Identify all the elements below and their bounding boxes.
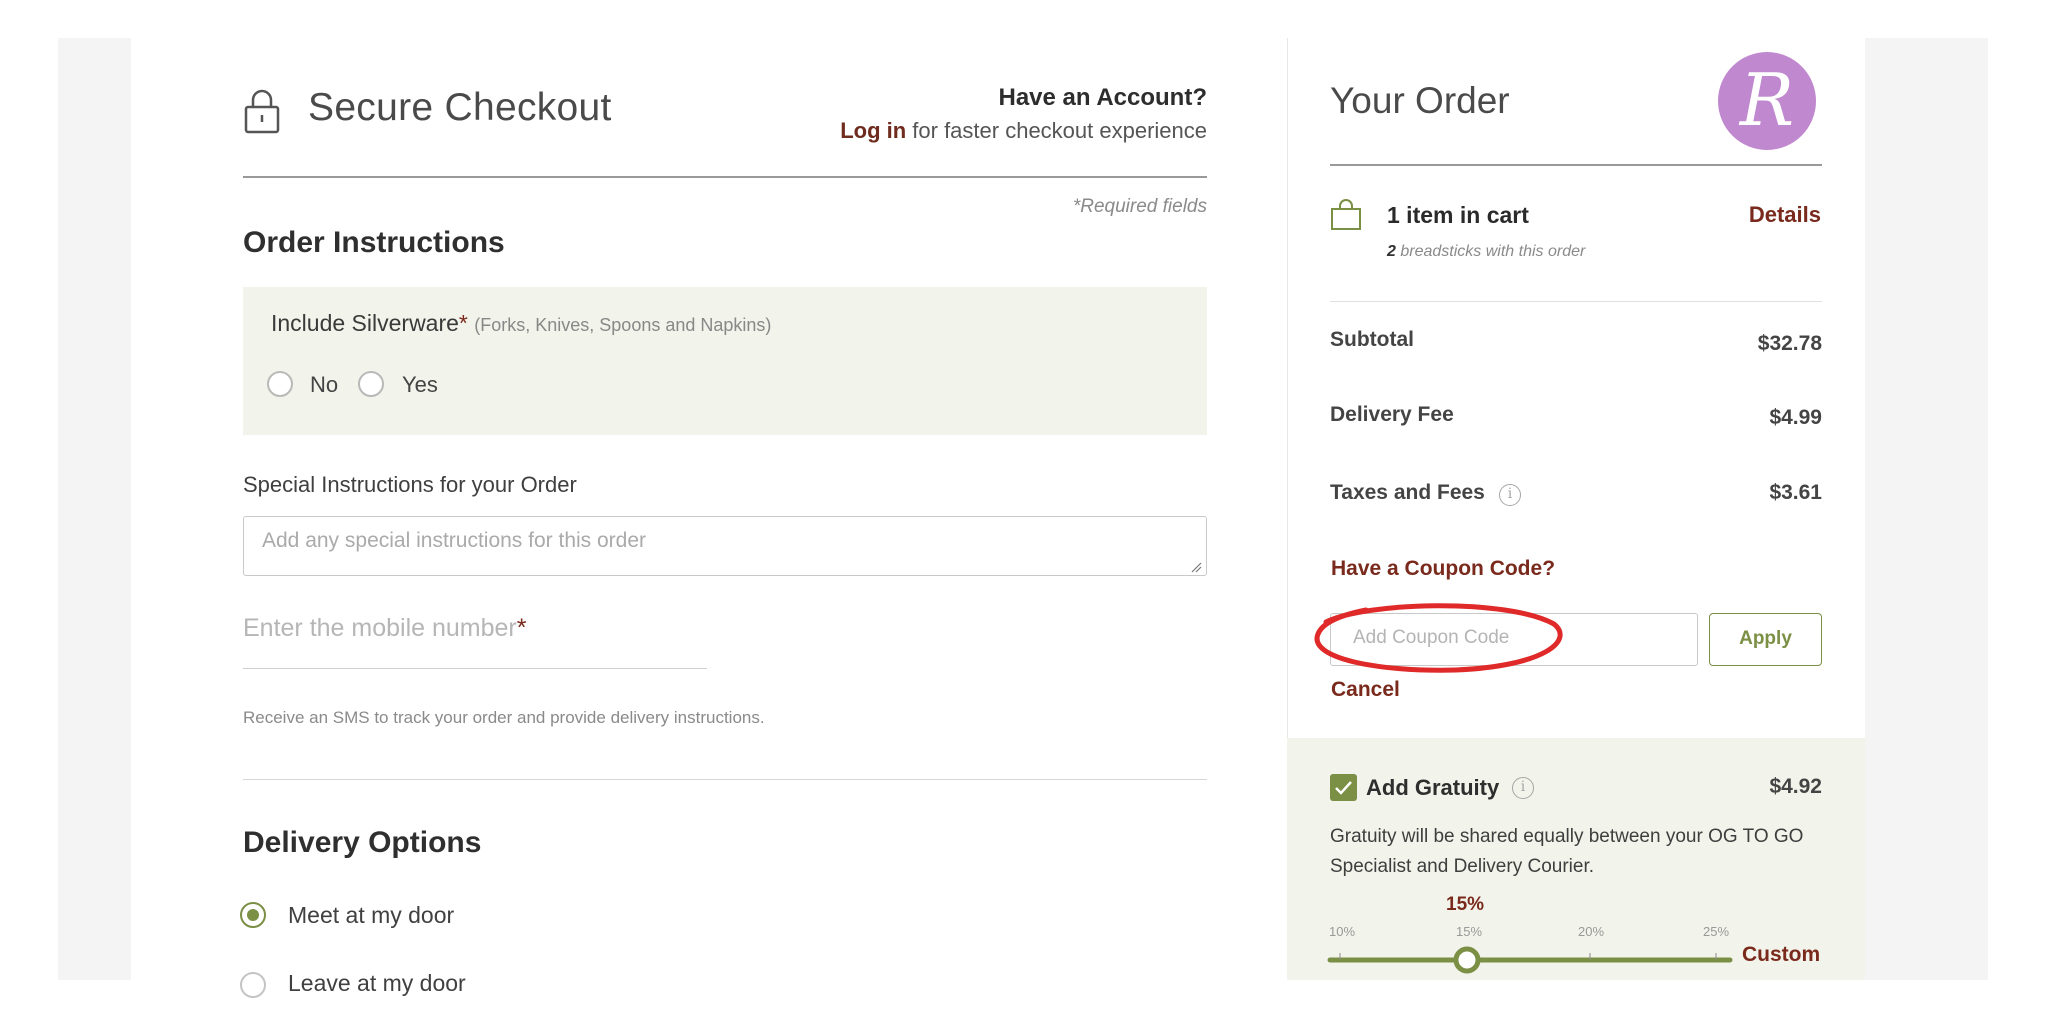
- annotation-circle: [1314, 603, 1563, 673]
- delivery-fee-value: $4.99: [1769, 406, 1822, 429]
- apply-coupon-button[interactable]: Apply: [1709, 613, 1822, 666]
- order-divider: [1330, 164, 1822, 166]
- coupon-code-toggle[interactable]: Have a Coupon Code?: [1331, 557, 1555, 581]
- meet-at-door-radio[interactable]: [240, 902, 266, 928]
- shopping-bag-icon: [1331, 199, 1361, 230]
- silverware-no-label[interactable]: No: [310, 372, 338, 398]
- silverware-label: Include Silverware* (Forks, Knives, Spoo…: [271, 310, 771, 337]
- silverware-yes-radio[interactable]: [358, 371, 384, 397]
- delivery-fee-label: Delivery Fee: [1330, 403, 1454, 426]
- mobile-required-marker: *: [516, 614, 527, 642]
- cart-divider: [1330, 301, 1822, 302]
- leave-at-door-radio[interactable]: [240, 972, 266, 998]
- breadsticks-text: breadsticks with this order: [1395, 243, 1586, 260]
- cart-details-link[interactable]: Details: [1749, 202, 1821, 228]
- page-title: Secure Checkout: [308, 86, 612, 129]
- gratuity-note: Gratuity will be shared equally between …: [1330, 826, 1804, 877]
- info-icon[interactable]: i: [1499, 484, 1521, 506]
- header-divider: [243, 176, 1207, 178]
- subtotal-label: Subtotal: [1330, 328, 1414, 351]
- login-link[interactable]: Log in: [840, 118, 906, 143]
- breadsticks-count: 2: [1387, 243, 1396, 260]
- taxes-fees-value: $3.61: [1769, 481, 1822, 504]
- delivery-options-heading: Delivery Options: [243, 826, 482, 859]
- special-instructions-label: Special Instructions for your Order: [243, 472, 577, 497]
- section-divider: [243, 779, 1207, 780]
- account-heading: Have an Account?: [998, 84, 1208, 111]
- breadsticks-note: 2 breadsticks with this order: [1387, 243, 1585, 261]
- login-prompt: Log in for faster checkout experience: [840, 118, 1207, 144]
- meet-at-door-label[interactable]: Meet at my door: [288, 902, 454, 929]
- gratuity-slider[interactable]: [1322, 915, 1742, 975]
- login-suffix: for faster checkout experience: [906, 118, 1207, 143]
- mobile-number-underline: [243, 668, 707, 669]
- resize-grip-icon[interactable]: [1190, 561, 1202, 573]
- order-instructions-heading: Order Instructions: [243, 226, 505, 259]
- taxes-fees-label: Taxes and Fees: [1330, 481, 1485, 504]
- special-instructions-input[interactable]: Add any special instructions for this or…: [243, 516, 1207, 576]
- gratuity-amount: $4.92: [1769, 775, 1822, 798]
- custom-gratuity-link[interactable]: Custom: [1742, 943, 1820, 967]
- silverware-no-radio[interactable]: [267, 371, 293, 397]
- mobile-number-field[interactable]: Enter the mobile number*: [243, 614, 527, 643]
- cancel-coupon-link[interactable]: Cancel: [1331, 678, 1400, 702]
- logo-letter: R: [1739, 58, 1795, 142]
- silverware-label-text: Include Silverware: [271, 310, 459, 336]
- your-order-heading: Your Order: [1330, 80, 1510, 121]
- silverware-hint: (Forks, Knives, Spoons and Napkins): [474, 315, 772, 335]
- lock-icon: [244, 89, 280, 134]
- gratuity-current-value: 15%: [1446, 894, 1485, 915]
- gratuity-label: Add Gratuity: [1366, 775, 1500, 800]
- mobile-number-placeholder: Enter the mobile number: [243, 614, 517, 642]
- silverware-yes-label[interactable]: Yes: [402, 372, 438, 398]
- gratuity-info-icon[interactable]: i: [1512, 777, 1534, 799]
- gratuity-checkbox[interactable]: [1330, 774, 1357, 801]
- sms-note: Receive an SMS to track your order and p…: [243, 708, 765, 727]
- required-fields-note: *Required fields: [1072, 196, 1207, 217]
- check-icon: [1335, 781, 1352, 795]
- brand-logo: R: [1718, 52, 1816, 150]
- required-marker: *: [458, 310, 468, 336]
- cart-count: 1 item in cart: [1387, 202, 1529, 228]
- leave-at-door-label[interactable]: Leave at my door: [288, 970, 466, 997]
- slider-handle: [1453, 946, 1481, 974]
- subtotal-value: $32.78: [1757, 332, 1822, 355]
